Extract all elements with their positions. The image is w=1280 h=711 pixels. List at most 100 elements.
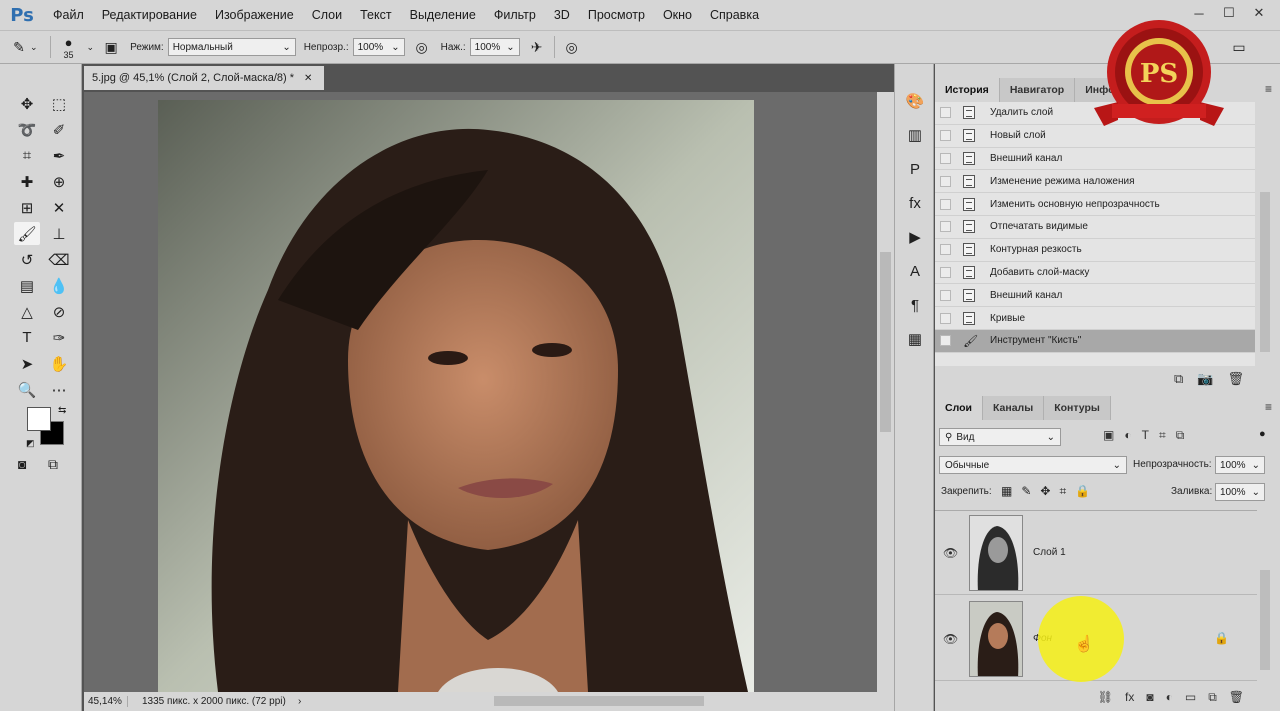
brush-tool-icon[interactable]: 🖌: [14, 222, 40, 245]
history-item[interactable]: Контурная резкость: [935, 239, 1255, 262]
move-tool-icon[interactable]: ✥: [14, 92, 40, 115]
more-tools-icon[interactable]: ⋯: [46, 378, 72, 401]
swap-colors-icon[interactable]: ⇆: [58, 405, 66, 416]
workspace-icon[interactable]: ▭: [1228, 36, 1250, 58]
history-item[interactable]: Добавить слой-маску: [935, 262, 1255, 285]
shape-filter-icon[interactable]: ⌗: [1159, 428, 1166, 443]
panel-menu-icon[interactable]: ≡: [1265, 82, 1272, 96]
vertical-scrollbar[interactable]: [877, 92, 894, 692]
scroll-thumb[interactable]: [880, 252, 891, 432]
lock-transparent-icon[interactable]: ▦: [1001, 484, 1012, 499]
brush-preset-icon[interactable]: ✎: [8, 36, 30, 58]
layers-scrollbar[interactable]: [1257, 510, 1273, 684]
add-mask-icon[interactable]: ◙: [1146, 690, 1153, 704]
snapshot-checkbox[interactable]: [940, 107, 951, 119]
snapshot-checkbox[interactable]: [940, 152, 951, 164]
scroll-thumb[interactable]: [1260, 570, 1270, 670]
pen-tool-icon[interactable]: ✑: [46, 326, 72, 349]
snapshot-checkbox[interactable]: [940, 312, 951, 324]
brush-panel-icon[interactable]: ▣: [100, 36, 122, 58]
snapshot-checkbox[interactable]: [940, 289, 951, 301]
trash-icon[interactable]: 🗑: [1227, 371, 1244, 387]
dodge-tool-icon[interactable]: ⊘: [46, 300, 72, 323]
lock-artboard-icon[interactable]: ⌗: [1059, 484, 1066, 499]
opacity-pressure-icon[interactable]: ◎: [411, 36, 433, 58]
snapshot-camera-icon[interactable]: 📷: [1197, 371, 1213, 387]
eye-icon[interactable]: 👁: [943, 546, 958, 560]
type-tool-icon[interactable]: T: [14, 326, 40, 349]
menu-window[interactable]: Окно: [654, 8, 701, 22]
canvas-area[interactable]: [84, 92, 877, 692]
history-item[interactable]: Отпечатать видимые: [935, 216, 1255, 239]
screen-mode-icon[interactable]: ⧉: [48, 456, 58, 473]
history-item[interactable]: Кривые: [935, 307, 1255, 330]
path-select-tool-icon[interactable]: ➤: [14, 352, 40, 375]
snapshot-checkbox[interactable]: [940, 335, 951, 347]
properties-panel-icon[interactable]: ▦: [895, 322, 935, 356]
sharpen-tool-icon[interactable]: △: [14, 300, 40, 323]
menu-3d[interactable]: 3D: [545, 8, 579, 22]
eraser-tool-icon[interactable]: ⌫: [46, 248, 72, 271]
tab-paths[interactable]: Контуры: [1044, 396, 1111, 420]
pixel-filter-icon[interactable]: ▣: [1103, 428, 1114, 443]
foreground-color-swatch[interactable]: [27, 407, 51, 431]
menu-image[interactable]: Изображение: [206, 8, 303, 22]
history-item[interactable]: Внешний канал: [935, 284, 1255, 308]
paragraph-panel-icon[interactable]: ¶: [895, 288, 935, 322]
history-item[interactable]: Изменить основную непрозрачность: [935, 193, 1255, 216]
brush-size-picker[interactable]: ● 35: [57, 32, 81, 62]
fill-input[interactable]: 100% ⌄: [1215, 483, 1265, 501]
link-layers-icon[interactable]: ⛓: [1098, 690, 1113, 704]
tab-navigator[interactable]: Навигатор: [999, 78, 1076, 102]
eye-icon[interactable]: 👁: [943, 632, 958, 646]
scroll-thumb[interactable]: [1260, 192, 1270, 352]
snapshot-checkbox[interactable]: [940, 198, 951, 210]
plugin-p-icon[interactable]: P: [895, 152, 935, 186]
history-item[interactable]: Внешний канал: [935, 148, 1255, 171]
pressure-input[interactable]: 100% ⌄: [469, 38, 520, 56]
menu-edit[interactable]: Редактирование: [93, 8, 206, 22]
horizontal-scroll-thumb[interactable]: [494, 696, 704, 706]
content-aware-move-icon[interactable]: ✕: [46, 196, 72, 219]
quick-mask-icon[interactable]: ◙: [18, 456, 26, 472]
menu-type[interactable]: Текст: [351, 8, 400, 22]
fx-icon[interactable]: fx: [1125, 690, 1134, 704]
menu-layers[interactable]: Слои: [303, 8, 351, 22]
actions-play-icon[interactable]: ▶: [895, 220, 935, 254]
snapshot-checkbox[interactable]: [940, 175, 951, 187]
airbrush-icon[interactable]: ✈: [526, 36, 548, 58]
blend-mode-select[interactable]: Обычные ⌄: [939, 456, 1127, 474]
new-layer-icon[interactable]: ⧉: [1208, 690, 1217, 705]
panel-menu-icon[interactable]: ≡: [1265, 400, 1272, 414]
default-colors-icon[interactable]: ◩: [26, 438, 35, 449]
hand-tool-icon[interactable]: ✋: [46, 352, 72, 375]
snapshot-checkbox[interactable]: [940, 266, 951, 278]
snapshot-checkbox[interactable]: [940, 244, 951, 256]
menu-help[interactable]: Справка: [701, 8, 768, 22]
filter-toggle-icon[interactable]: ●: [1259, 428, 1266, 440]
size-pressure-icon[interactable]: ◎: [561, 36, 583, 58]
adjustment-filter-icon[interactable]: ◐: [1124, 428, 1131, 443]
clone-stamp-tool-icon[interactable]: ⊥: [46, 222, 72, 245]
snapshot-checkbox[interactable]: [940, 221, 951, 233]
spot-healing-tool-icon[interactable]: ✚: [14, 170, 40, 193]
layer-filter-select[interactable]: ⚲ Вид ⌄: [939, 428, 1061, 446]
fx-panel-icon[interactable]: fx: [895, 186, 935, 220]
history-scrollbar[interactable]: [1257, 102, 1273, 366]
new-group-icon[interactable]: ▭: [1185, 690, 1196, 704]
color-panel-icon[interactable]: 🎨: [895, 84, 935, 118]
patch-tool-icon[interactable]: ⊞: [14, 196, 40, 219]
chevron-down-icon[interactable]: ⌄: [30, 42, 38, 53]
tab-layers[interactable]: Слои: [935, 396, 983, 420]
tab-history[interactable]: История: [935, 78, 1000, 102]
zoom-tool-icon[interactable]: 🔍: [14, 378, 40, 401]
adjustment-layer-icon[interactable]: ◐: [1166, 690, 1173, 704]
opacity-input[interactable]: 100% ⌄: [352, 38, 405, 56]
menu-file[interactable]: Файл: [44, 8, 93, 22]
close-icon[interactable]: ✕: [1244, 2, 1274, 24]
character-panel-icon[interactable]: A: [895, 254, 935, 288]
zoom-level[interactable]: 45,14%: [84, 696, 128, 707]
layer-row[interactable]: 👁 Слой 1: [935, 511, 1257, 595]
gradient-tool-icon[interactable]: ▤: [14, 274, 40, 297]
menu-view[interactable]: Просмотр: [579, 8, 654, 22]
